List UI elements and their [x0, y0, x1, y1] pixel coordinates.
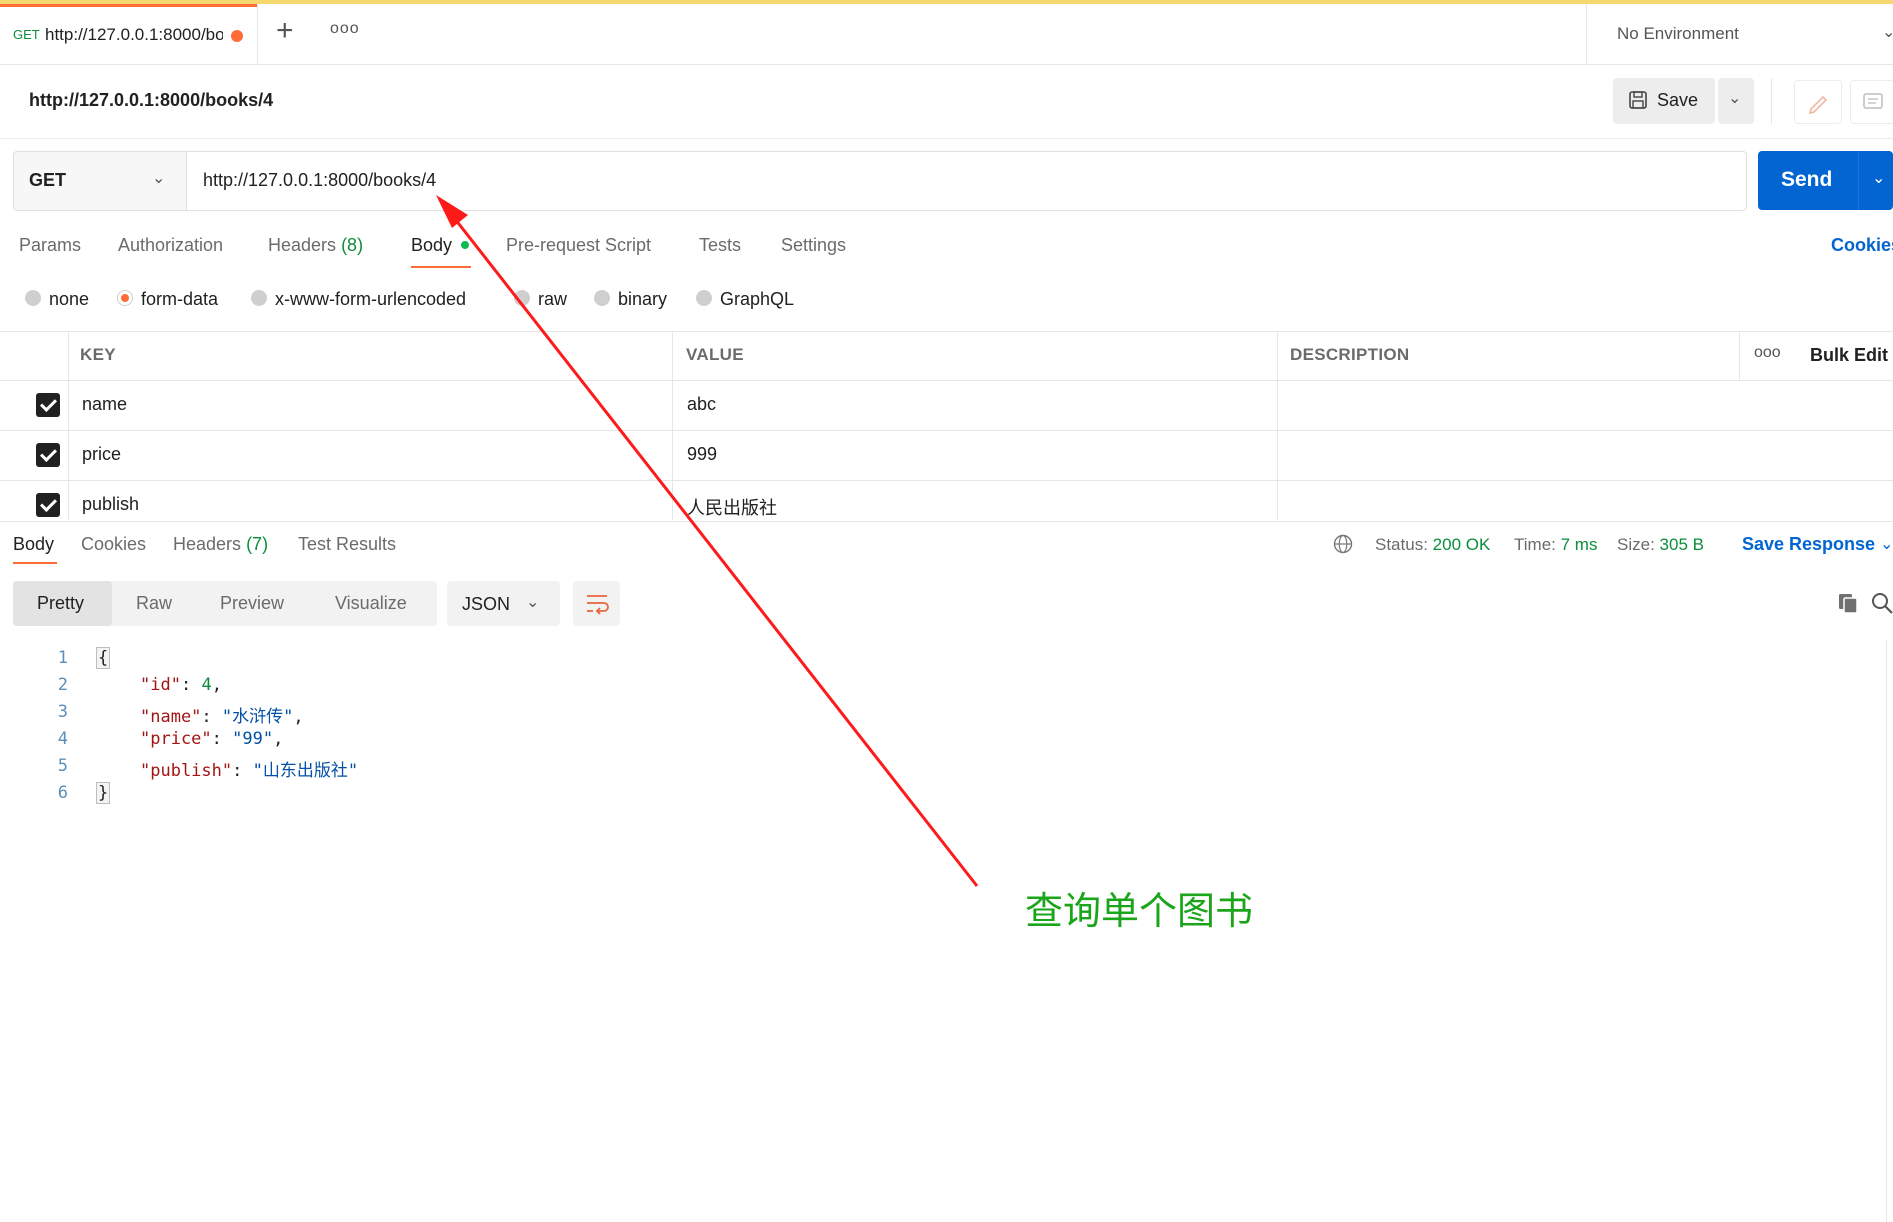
- annotation-arrow: [436, 195, 979, 887]
- annotation-label: 查询单个图书: [1025, 891, 1254, 933]
